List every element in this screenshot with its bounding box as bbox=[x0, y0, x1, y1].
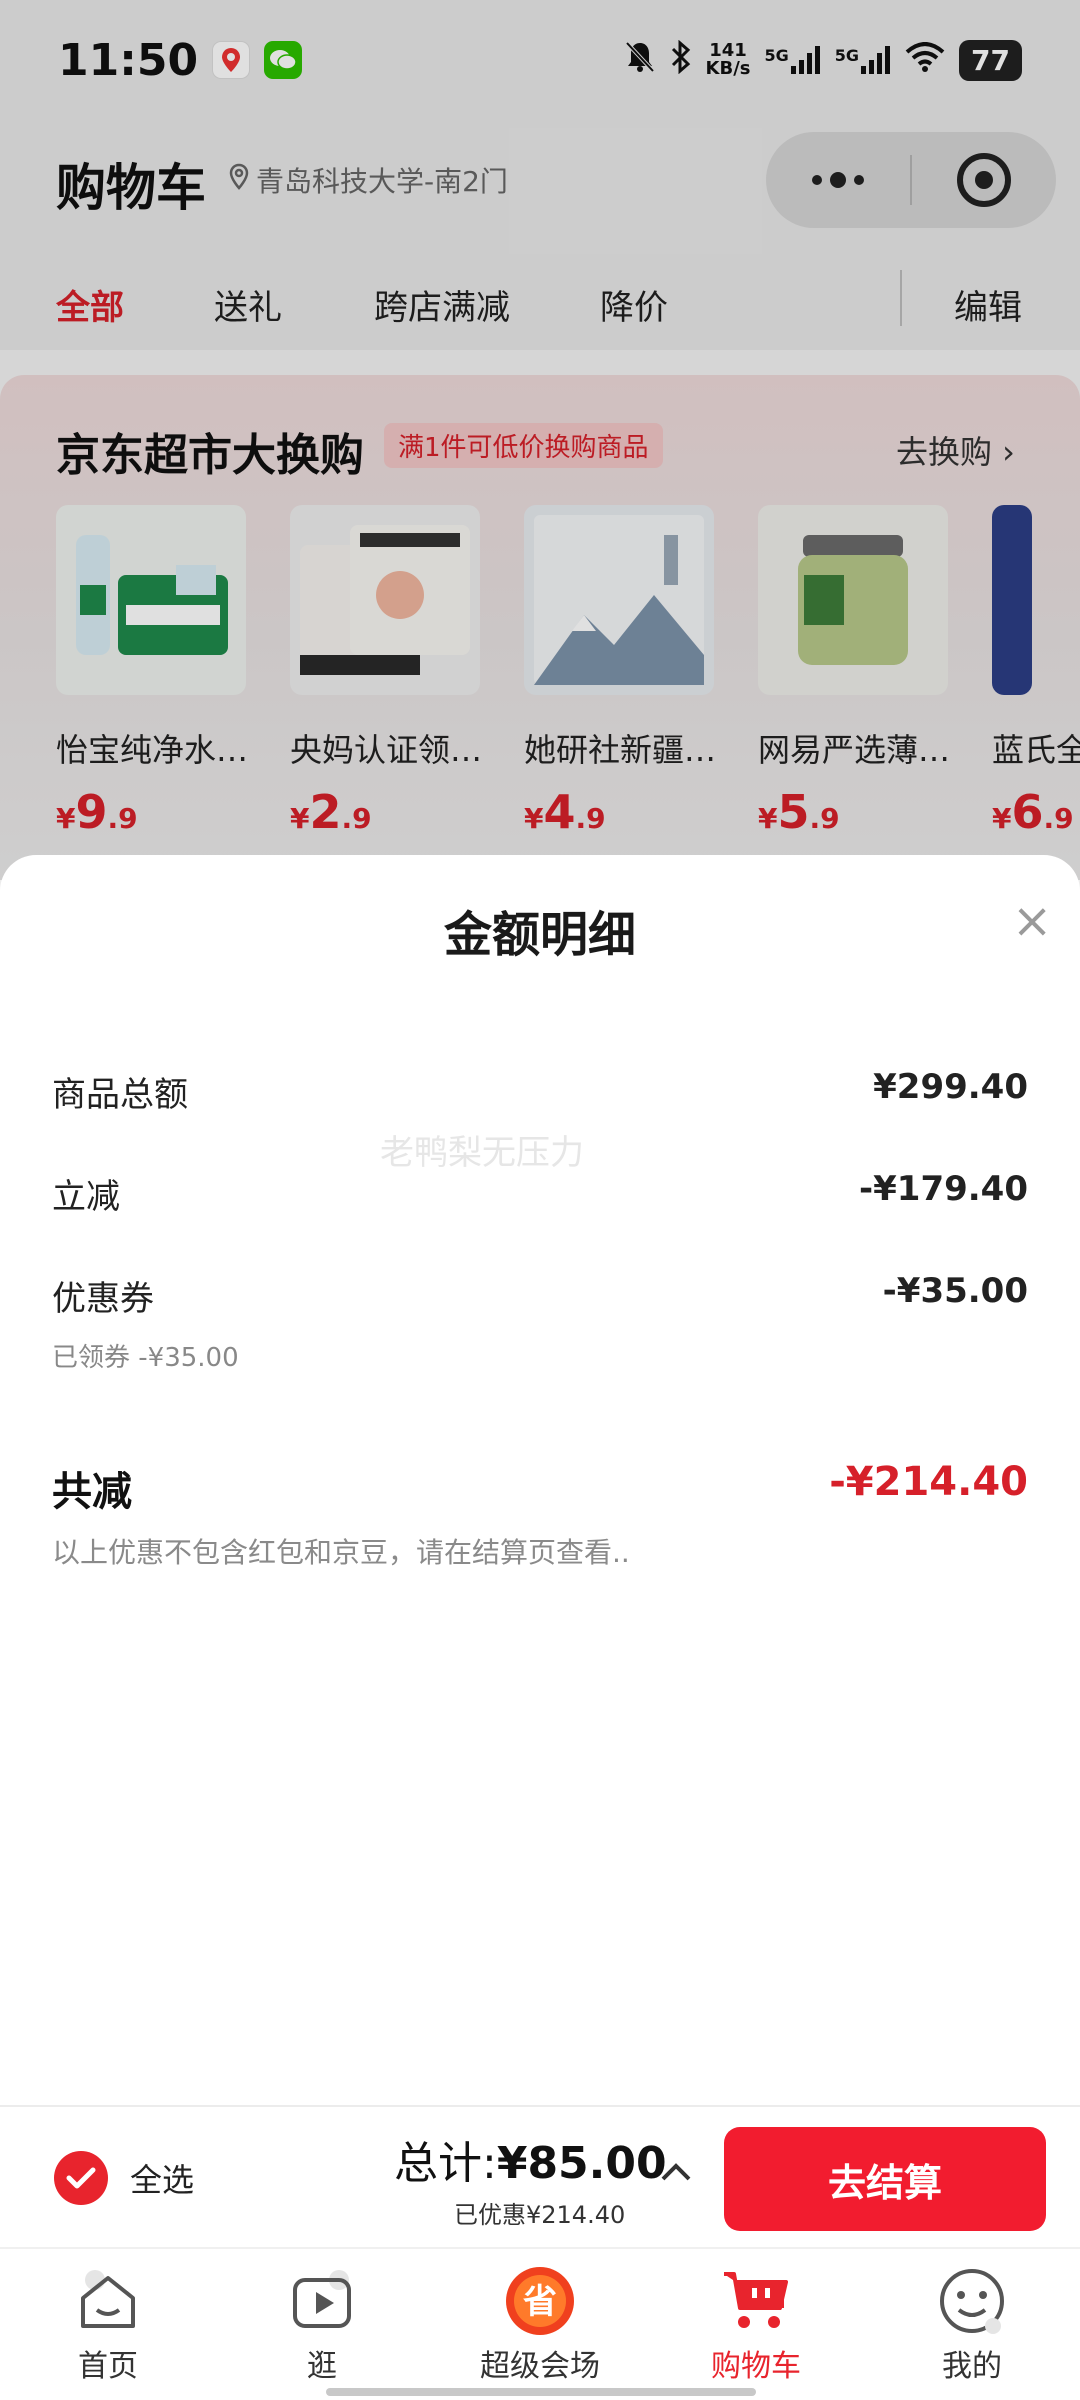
super-venue-icon: 省 bbox=[504, 2265, 576, 2337]
watermark: 老鸭梨无压力 bbox=[380, 1133, 584, 1173]
goods-total-label: 商品总额 bbox=[52, 1075, 188, 1115]
coupon-claimed-note: 已领券 -¥35.00 bbox=[52, 1343, 239, 1373]
coupon-label: 优惠券 bbox=[52, 1279, 154, 1319]
checkout-bar: 全选 总计:¥85.00 已优惠¥214.40 去结算 bbox=[0, 2105, 1080, 2247]
video-play-icon bbox=[286, 2265, 358, 2337]
sheet-title: 金额明细 bbox=[443, 907, 636, 963]
home-icon bbox=[72, 2265, 144, 2337]
nav-label: 超级会场 bbox=[480, 2349, 600, 2384]
order-total: 总计:¥85.00 bbox=[394, 2138, 667, 2189]
saved-amount: 已优惠¥214.40 bbox=[454, 2201, 626, 2229]
profile-smile-icon bbox=[936, 2265, 1008, 2337]
checkout-button[interactable]: 去结算 bbox=[724, 2127, 1046, 2231]
total-discount-label: 共减 bbox=[52, 1469, 132, 1515]
instant-discount-label: 立减 bbox=[52, 1177, 120, 1217]
discount-note: 以上优惠不包含红包和京豆，请在结算页查看.. bbox=[52, 1536, 630, 1569]
nav-item-browse[interactable]: 逛 bbox=[232, 2265, 412, 2385]
coupon-value: -¥35.00 bbox=[882, 1271, 1028, 1311]
nav-label: 首页 bbox=[78, 2349, 138, 2384]
home-indicator[interactable] bbox=[326, 2388, 756, 2396]
select-all-toggle[interactable]: 全选 bbox=[54, 2151, 194, 2205]
chevron-up-icon[interactable] bbox=[660, 2151, 692, 2191]
amount-detail-sheet: 金额明细 × 老鸭梨无压力 商品总额 ¥299.40 立减 -¥179.40 优… bbox=[0, 855, 1080, 2105]
cart-icon bbox=[720, 2265, 792, 2337]
svg-text:省: 省 bbox=[523, 2282, 557, 2322]
nav-item-home[interactable]: 首页 bbox=[18, 2265, 198, 2385]
select-all-label: 全选 bbox=[130, 2161, 195, 2199]
nav-label: 购物车 bbox=[711, 2349, 801, 2384]
nav-label: 我的 bbox=[942, 2349, 1002, 2384]
nav-item-cart[interactable]: 购物车 bbox=[666, 2265, 846, 2385]
nav-label: 逛 bbox=[307, 2349, 337, 2384]
nav-item-super-venue[interactable]: 省 超级会场 bbox=[450, 2265, 630, 2385]
checkmark-icon bbox=[54, 2151, 108, 2205]
close-icon[interactable]: × bbox=[1012, 893, 1052, 949]
goods-total-value: ¥299.40 bbox=[873, 1067, 1028, 1107]
total-discount-value: -¥214.40 bbox=[829, 1459, 1028, 1505]
instant-discount-value: -¥179.40 bbox=[859, 1169, 1028, 1209]
nav-item-profile[interactable]: 我的 bbox=[882, 2265, 1062, 2385]
modal-backdrop[interactable] bbox=[0, 0, 1080, 880]
bottom-nav: 首页 逛 省 超级会场 购物车 我的 bbox=[0, 2247, 1080, 2400]
